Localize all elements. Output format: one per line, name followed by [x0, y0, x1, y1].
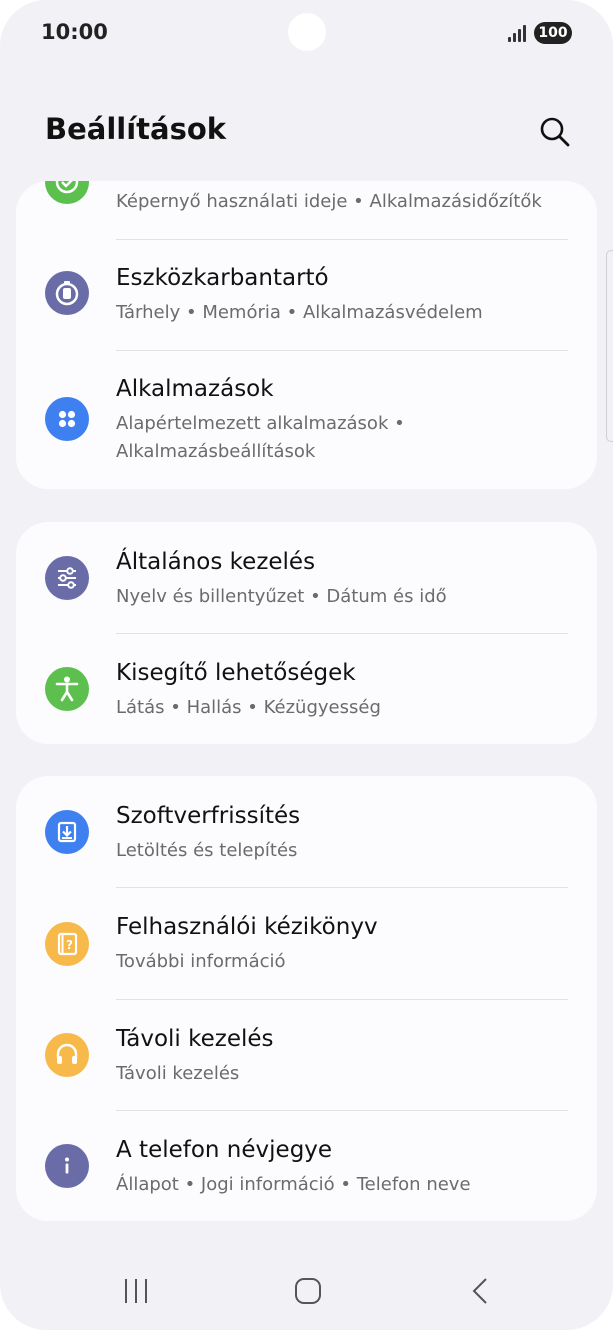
settings-item-subtitle-continued: Alkalmazásbeállítások: [116, 441, 316, 462]
settings-item-subtitle: Tárhely • Memória • Alkalmazásvédelem: [116, 302, 483, 323]
settings-item-subtitle: Letöltés és telepítés: [116, 840, 298, 861]
headset-icon: [45, 1033, 89, 1077]
settings-item-digital-wellbeing[interactable]: Képernyő használati ideje • Alkalmazásid…: [16, 181, 597, 239]
settings-item-apps[interactable]: Alkalmazások Alapértelmezett alkalmazáso…: [16, 351, 597, 489]
battery-icon: 100: [534, 22, 572, 44]
back-button[interactable]: [455, 1270, 505, 1310]
accessibility-icon: [45, 667, 89, 711]
settings-item-accessibility[interactable]: Kisegítő lehetőségek Látás • Hallás • Ké…: [16, 634, 597, 744]
settings-item-subtitle: Állapot • Jogi információ • Telefon neve: [116, 1174, 471, 1195]
settings-card-1: Képernyő használati ideje • Alkalmazásid…: [16, 181, 597, 489]
recent-apps-button[interactable]: [111, 1270, 161, 1310]
device-care-icon: [45, 271, 89, 315]
phone-screen: 10:00 100 Beállítások Képernyő használat…: [0, 0, 613, 1330]
settings-item-user-manual[interactable]: ? Felhasználói kézikönyv További informá…: [16, 888, 597, 999]
settings-item-title: Felhasználói kézikönyv: [116, 914, 378, 940]
settings-item-about-phone[interactable]: A telefon névjegye Állapot • Jogi inform…: [16, 1111, 597, 1221]
signal-icon: [508, 24, 530, 42]
settings-item-subtitle: Nyelv és billentyűzet • Dátum és idő: [116, 586, 447, 607]
settings-item-subtitle: Képernyő használati ideje • Alkalmazásid…: [116, 191, 542, 212]
scrollbar[interactable]: [606, 250, 613, 442]
settings-item-general-management[interactable]: Általános kezelés Nyelv és billentyűzet …: [16, 522, 597, 633]
settings-card-3: Szoftverfrissítés Letöltés és telepítés …: [16, 776, 597, 1221]
settings-item-title: Szoftverfrissítés: [116, 803, 301, 829]
status-time: 10:00: [41, 20, 108, 44]
header: Beállítások: [0, 90, 613, 170]
settings-item-remote-support[interactable]: Távoli kezelés Távoli kezelés: [16, 1000, 597, 1110]
software-update-icon: [45, 810, 89, 854]
settings-item-software-update[interactable]: Szoftverfrissítés Letöltés és telepítés: [16, 776, 597, 887]
settings-item-subtitle: Távoli kezelés: [116, 1063, 240, 1084]
settings-item-title: A telefon névjegye: [116, 1137, 333, 1163]
back-icon: [472, 1278, 487, 1304]
front-camera-cutout: [288, 13, 326, 51]
status-bar: 10:00 100: [0, 0, 613, 68]
apps-icon: [45, 397, 89, 441]
settings-item-title: Eszközkarbantartó: [116, 265, 329, 291]
settings-item-title: Alkalmazások: [116, 376, 274, 402]
settings-item-device-care[interactable]: Eszközkarbantartó Tárhely • Memória • Al…: [16, 240, 597, 350]
recent-apps-icon: [125, 1279, 147, 1303]
svg-text:?: ?: [66, 938, 73, 952]
user-manual-icon: ?: [45, 922, 89, 966]
settings-item-title: Kisegítő lehetőségek: [116, 660, 356, 686]
search-button[interactable]: [533, 110, 577, 154]
settings-item-subtitle: További információ: [116, 951, 286, 972]
settings-item-title: Általános kezelés: [116, 549, 316, 575]
navigation-bar: [0, 1250, 613, 1330]
home-icon: [295, 1278, 321, 1304]
home-button[interactable]: [283, 1270, 333, 1310]
sliders-icon: [45, 556, 89, 600]
info-icon: [45, 1144, 89, 1188]
settings-item-subtitle: Alapértelmezett alkalmazások •: [116, 413, 405, 434]
search-icon: [540, 117, 570, 147]
page-title: Beállítások: [45, 112, 227, 146]
settings-item-subtitle: Látás • Hallás • Kézügyesség: [116, 697, 381, 718]
digital-wellbeing-icon: [45, 181, 89, 204]
settings-card-2: Általános kezelés Nyelv és billentyűzet …: [16, 522, 597, 744]
settings-item-title: Távoli kezelés: [116, 1026, 274, 1052]
